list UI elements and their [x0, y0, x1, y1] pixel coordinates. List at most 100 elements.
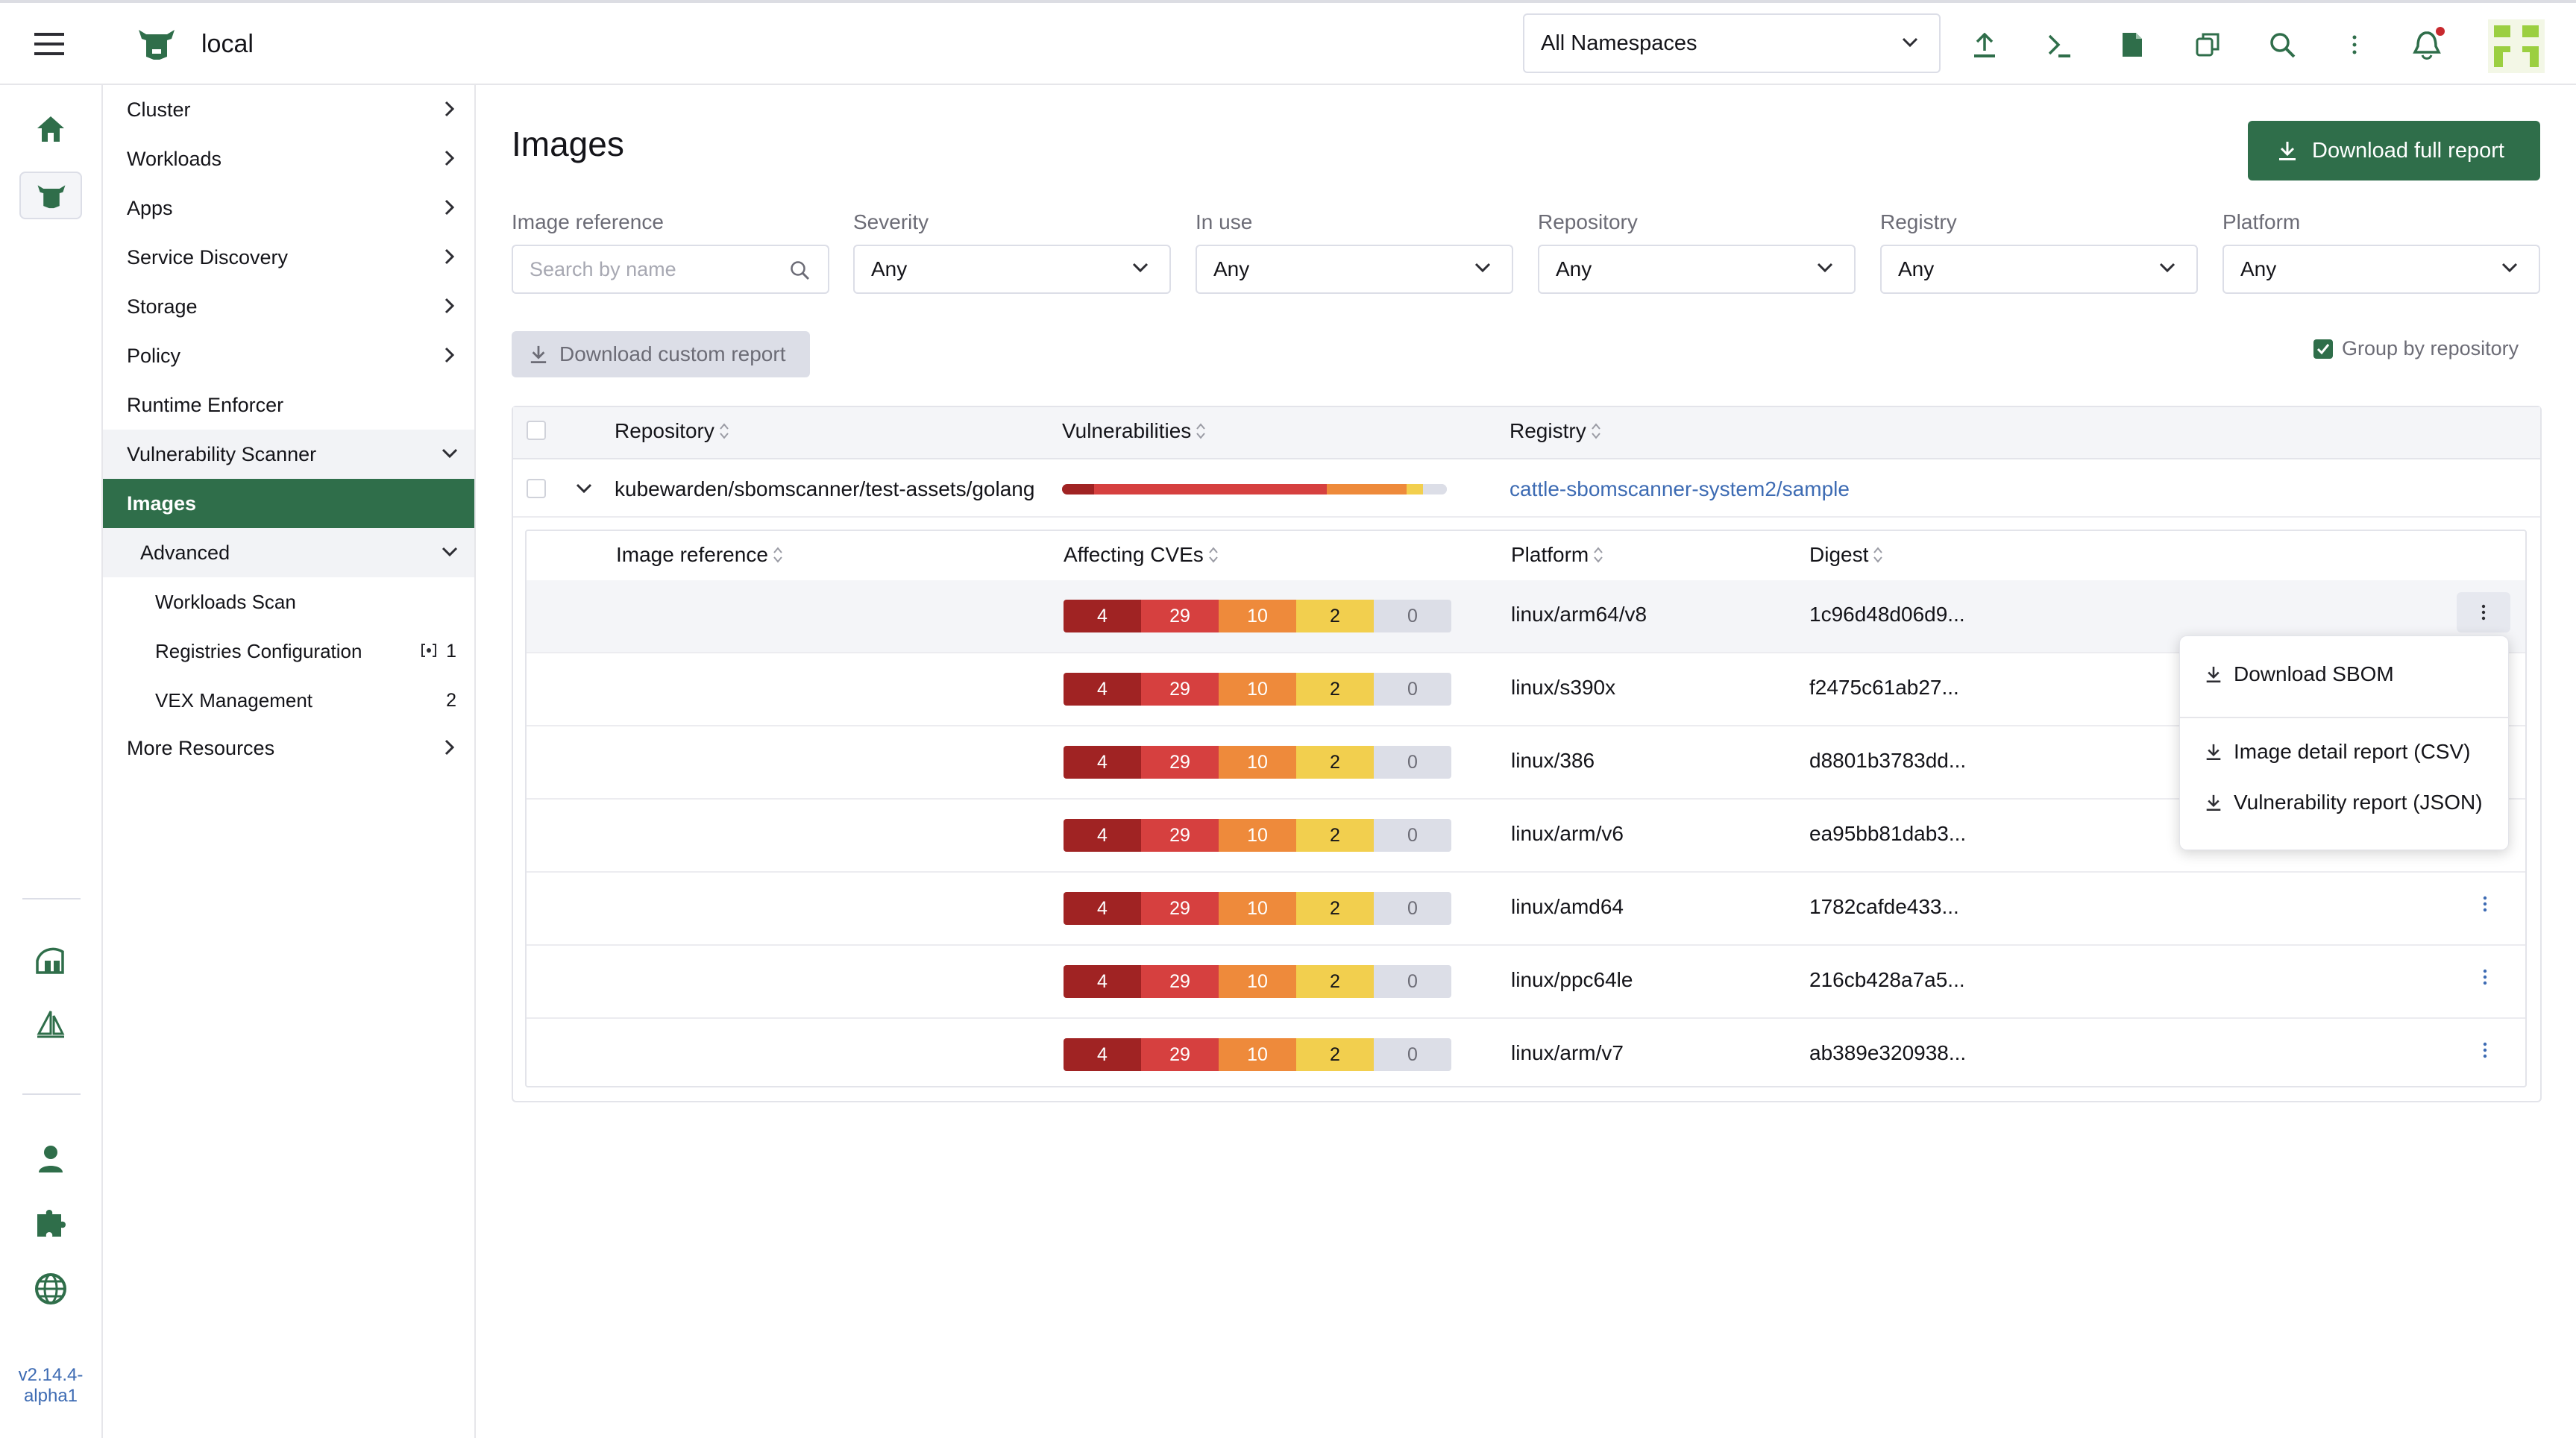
vuln-bar-medium: [1327, 484, 1407, 494]
nav-policy[interactable]: Policy: [103, 331, 474, 380]
menu-item-image-detail-report-csv[interactable]: Image detail report (CSV): [2180, 729, 2510, 775]
nav-service-discovery[interactable]: Service Discovery: [103, 233, 474, 282]
cve-unknown-count: 0: [1374, 600, 1451, 632]
cve-critical-count: 4: [1064, 965, 1141, 998]
column-header-vulnerabilities[interactable]: Vulnerabilities: [1062, 419, 1206, 443]
table-row[interactable]: 4 29 10 2 0 linux/amd64 1782cafde433...: [527, 873, 2525, 946]
nav-label: Service Discovery: [127, 245, 289, 269]
user-icon[interactable]: [37, 1144, 64, 1174]
cve-high-count: 29: [1141, 673, 1219, 706]
row-checkbox[interactable]: [527, 479, 546, 498]
download-full-report-button[interactable]: Download full report: [2248, 121, 2540, 180]
column-header-repository[interactable]: Repository: [615, 419, 729, 443]
severity-select[interactable]: Any: [853, 245, 1171, 294]
cluster-local-button[interactable]: [19, 172, 82, 219]
column-header-registry[interactable]: Registry: [1510, 419, 1601, 443]
registry-select[interactable]: Any: [1880, 245, 2198, 294]
table-row[interactable]: 4 29 10 2 0 linux/arm/v7 ab389e320938...: [527, 1019, 2525, 1092]
menu-item-vulnerability-report-json[interactable]: Vulnerability report (JSON): [2180, 779, 2510, 826]
sort-icon: [1208, 546, 1219, 564]
namespace-select-value: All Namespaces: [1541, 31, 1697, 55]
sort-icon: [719, 422, 729, 440]
column-header-image-reference[interactable]: Image reference: [616, 543, 783, 567]
chevron-right-icon: [444, 248, 455, 265]
menu-divider: [2180, 717, 2510, 718]
download-custom-report-button[interactable]: Download custom report: [512, 331, 810, 377]
nav-images[interactable]: Images: [103, 479, 474, 528]
nav-runtime-enforcer[interactable]: Runtime Enforcer: [103, 380, 474, 430]
chevron-down-icon[interactable]: [576, 483, 592, 494]
image-reference-search-input[interactable]: Search by name: [512, 245, 829, 294]
nav-cluster[interactable]: Cluster: [103, 85, 474, 134]
chevron-down-icon: [1474, 263, 1491, 273]
home-icon[interactable]: [36, 115, 66, 143]
column-header-label: Digest: [1809, 543, 1869, 566]
upload-icon[interactable]: [1973, 33, 1997, 58]
chevron-down-icon: [1902, 37, 1918, 48]
menu-item-download-sbom[interactable]: Download SBOM: [2180, 650, 2510, 699]
vuln-bar-unknown: [1423, 484, 1447, 494]
cve-low-count: 2: [1296, 746, 1374, 779]
nav-advanced[interactable]: Advanced: [103, 528, 474, 577]
repository-value: Any: [1556, 257, 1592, 280]
checkbox-checked[interactable]: [2313, 339, 2333, 359]
nav-storage[interactable]: Storage: [103, 282, 474, 331]
repository-group-row[interactable]: kubewarden/sbomscanner/test-assets/golan…: [513, 461, 2540, 518]
globe-icon[interactable]: [34, 1272, 67, 1305]
sailboat-icon[interactable]: [36, 1010, 66, 1041]
nav-label: Images: [127, 492, 197, 515]
more-vertical-icon[interactable]: [2482, 968, 2488, 986]
platform-cell: linux/386: [1511, 749, 1595, 772]
cve-critical-count: 4: [1064, 819, 1141, 852]
namespace-select[interactable]: All Namespaces: [1523, 13, 1941, 73]
nav-label: Policy: [127, 344, 181, 367]
row-actions-button[interactable]: [2457, 592, 2510, 632]
menu-icon[interactable]: [34, 31, 64, 57]
chevron-down-icon: [442, 448, 458, 459]
digest-cell: 1782cafde433...: [1809, 895, 1959, 918]
file-icon[interactable]: [2121, 31, 2143, 58]
chevron-right-icon: [444, 739, 455, 756]
column-header-platform[interactable]: Platform: [1511, 543, 1603, 567]
nav-workloads-scan[interactable]: Workloads Scan: [103, 577, 474, 627]
nav-label: Registries Configuration: [155, 639, 362, 662]
cve-high-count: 29: [1141, 746, 1219, 779]
registry-link[interactable]: cattle-sbomscanner-system2/sample: [1510, 477, 1850, 501]
group-by-repository-toggle[interactable]: Group by repository: [2313, 337, 2519, 360]
nav-vex-management[interactable]: VEX Management 2: [103, 676, 474, 725]
extensions-puzzle-icon[interactable]: [34, 1207, 67, 1240]
more-vertical-icon[interactable]: [2352, 34, 2357, 55]
nav-registries-configuration[interactable]: Registries Configuration 1: [103, 627, 474, 676]
nav-vulnerability-scanner[interactable]: Vulnerability Scanner: [103, 430, 474, 479]
filter-label-repository: Repository: [1538, 210, 1638, 233]
platform-select[interactable]: Any: [2222, 245, 2540, 294]
nav-workloads[interactable]: Workloads: [103, 134, 474, 183]
column-header-digest[interactable]: Digest: [1809, 543, 1883, 567]
column-header-affecting-cves[interactable]: Affecting CVEs: [1064, 543, 1219, 567]
in-use-value: Any: [1213, 257, 1250, 280]
fleet-icon[interactable]: [34, 946, 67, 976]
cve-unknown-count: 0: [1374, 965, 1451, 998]
more-vertical-icon[interactable]: [2482, 1041, 2488, 1059]
search-icon[interactable]: [2269, 31, 2296, 58]
menu-item-label: Image detail report (CSV): [2234, 740, 2471, 763]
more-vertical-icon[interactable]: [2482, 895, 2488, 913]
cve-critical-count: 4: [1064, 892, 1141, 925]
nav-apps[interactable]: Apps: [103, 183, 474, 233]
in-use-select[interactable]: Any: [1196, 245, 1513, 294]
copy-icon[interactable]: [2196, 33, 2220, 57]
bell-icon[interactable]: [2412, 27, 2445, 61]
chevron-right-icon: [444, 150, 455, 166]
platform-value: Any: [2240, 257, 2277, 280]
avatar[interactable]: [2488, 19, 2545, 73]
column-header-label: Registry: [1510, 419, 1586, 442]
cve-critical-count: 4: [1064, 600, 1141, 632]
nav-more-resources[interactable]: More Resources: [103, 723, 474, 773]
terminal-icon[interactable]: [2046, 33, 2072, 58]
vuln-bar-critical: [1062, 484, 1094, 494]
nav-label: Vulnerability Scanner: [127, 442, 317, 465]
table-row[interactable]: 4 29 10 2 0 linux/ppc64le 216cb428a7a5..…: [527, 946, 2525, 1019]
select-all-checkbox[interactable]: [527, 421, 546, 440]
repository-select[interactable]: Any: [1538, 245, 1856, 294]
cve-high-count: 29: [1141, 819, 1219, 852]
